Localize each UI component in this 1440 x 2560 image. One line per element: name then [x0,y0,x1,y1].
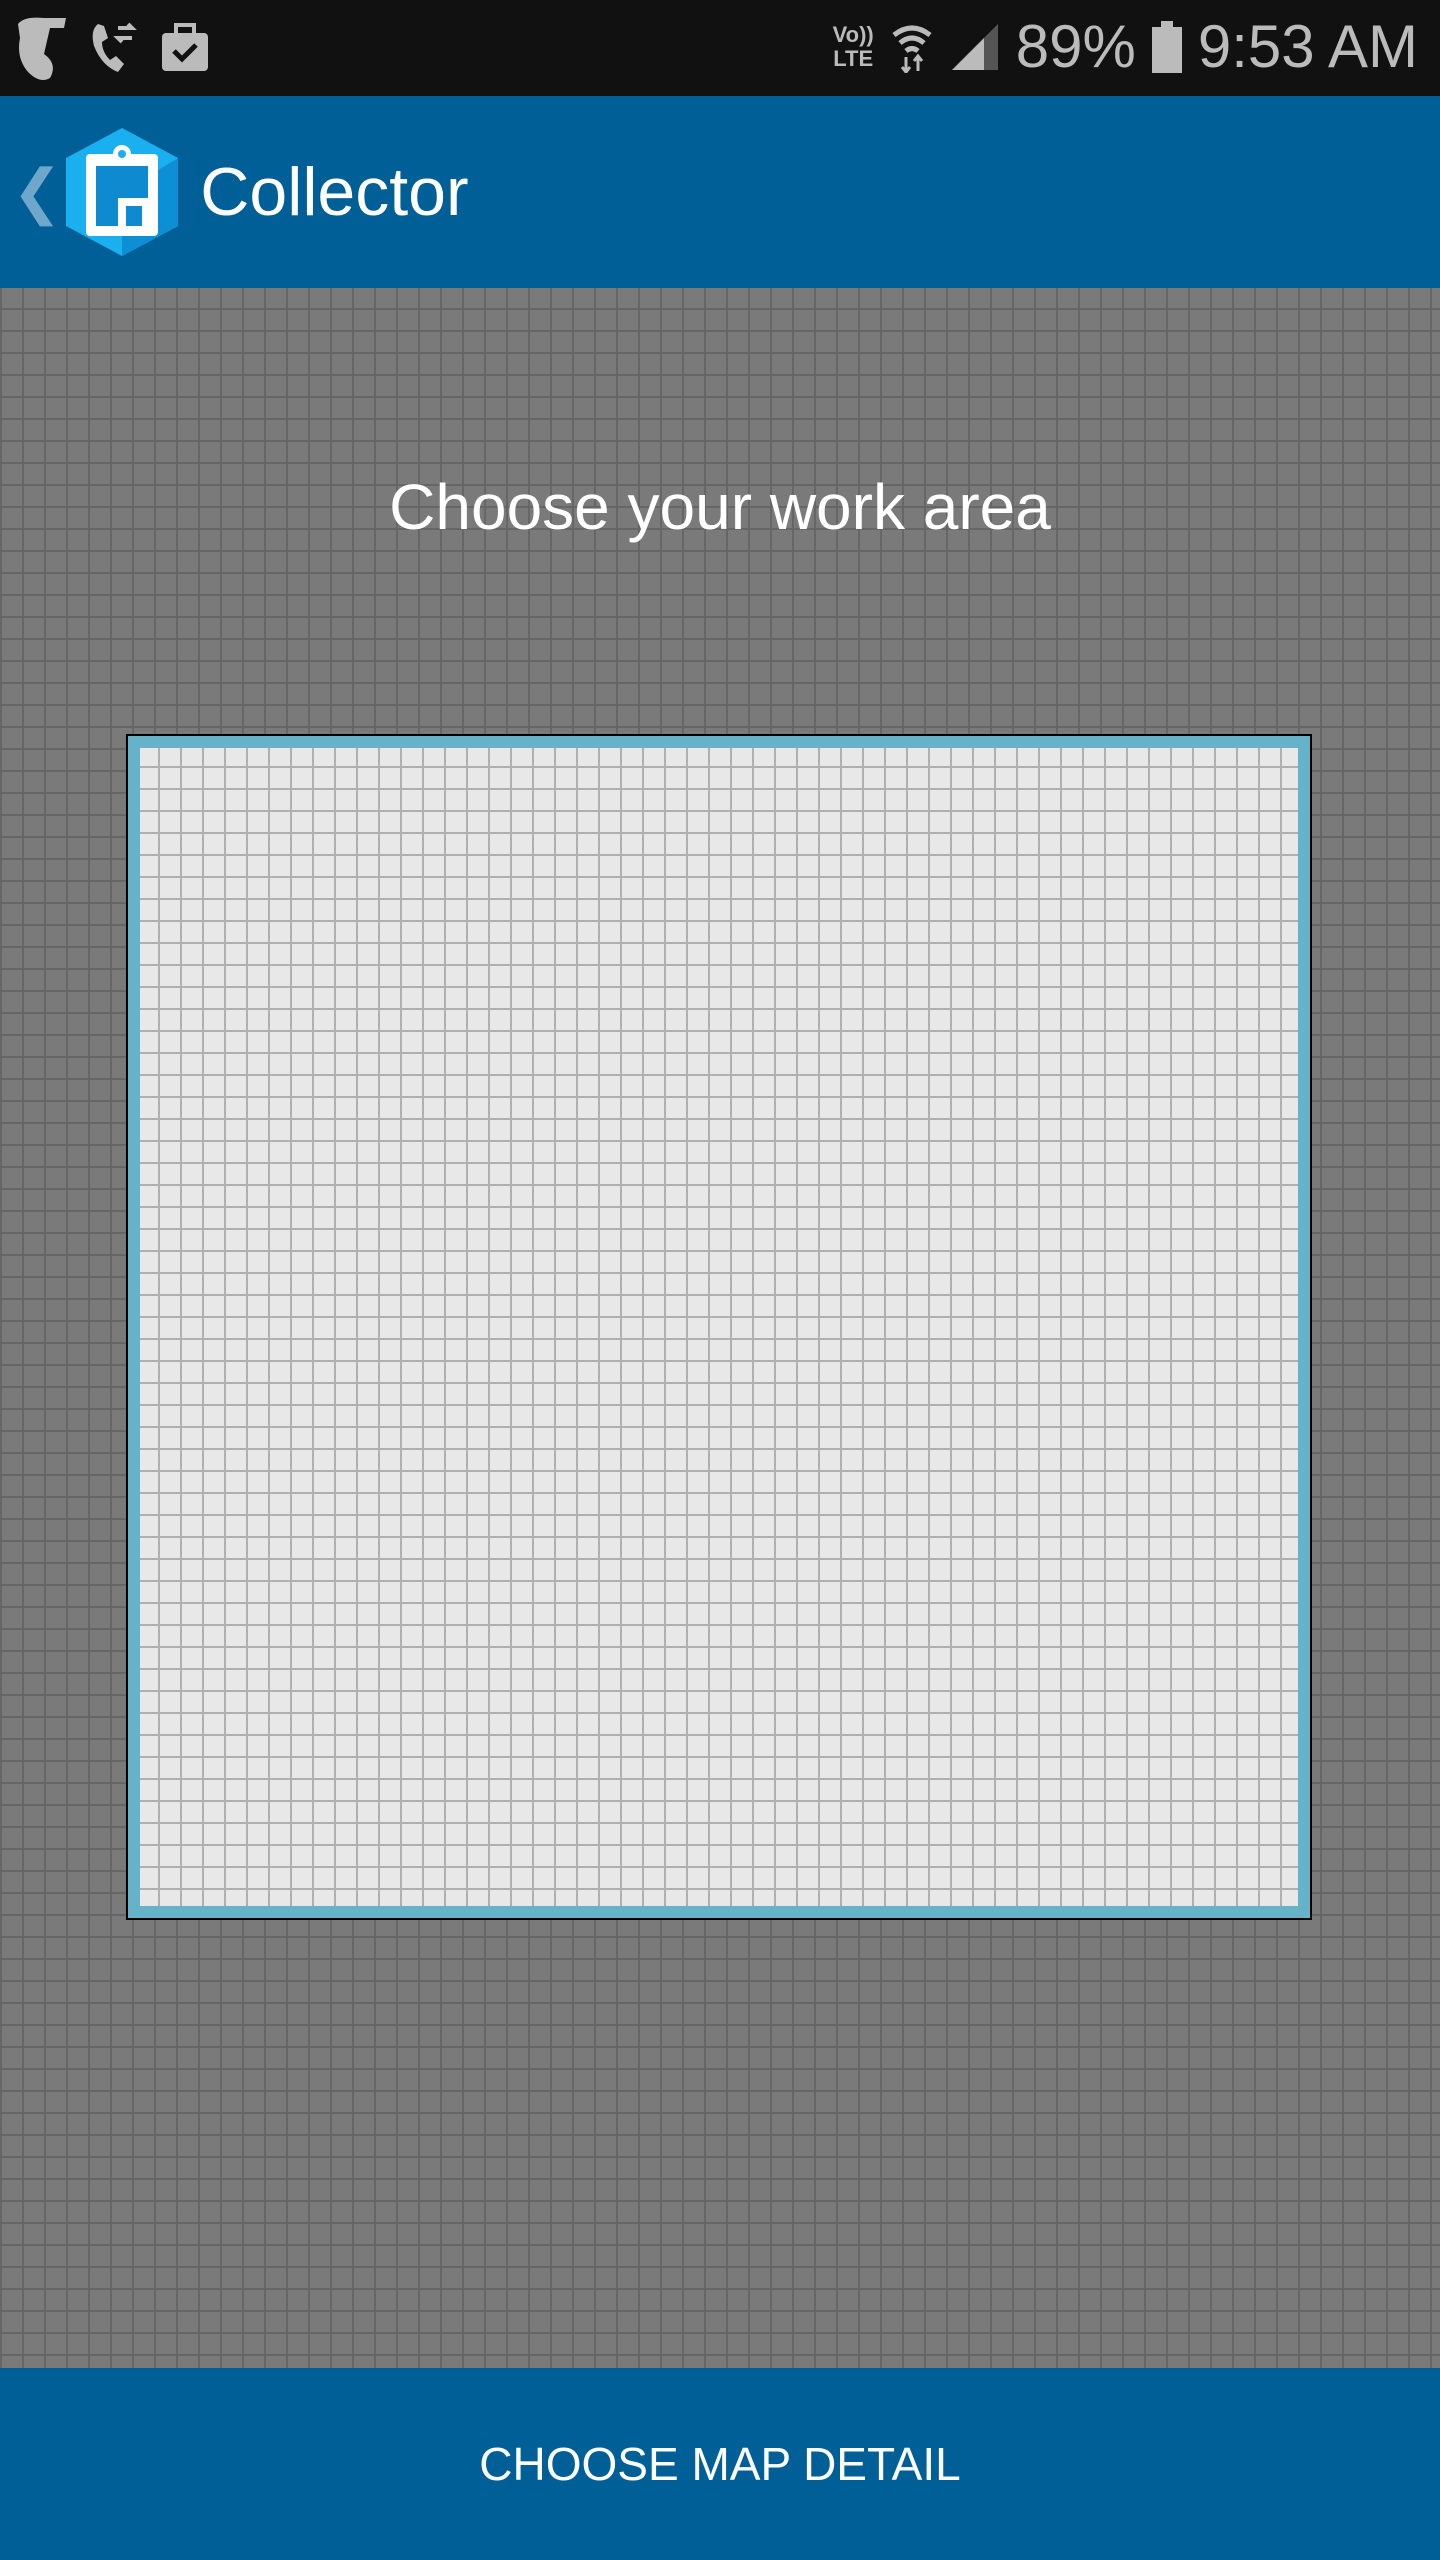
choose-map-detail-button[interactable]: CHOOSE MAP DETAIL [0,2368,1440,2560]
battery-icon [1151,20,1182,73]
page-title: Choose your work area [389,471,1051,543]
telstra-icon [18,17,66,81]
lte-text: LTE [833,45,874,71]
work-area-map[interactable] [140,748,1298,1906]
volte-text: Vo)) [832,21,874,47]
clock: 9:53 AM [1197,13,1418,80]
volte-indicator: Vo)) LTE [832,21,874,71]
app-title: Collector [200,154,469,230]
status-bar: Vo)) LTE 89% 9:53 AM [0,0,1440,96]
briefcase-check-icon [162,23,208,71]
call-forward-icon [92,22,137,72]
battery-percent: 89% [1015,13,1136,80]
collector-logo-icon[interactable] [66,128,179,256]
chevron-left-icon[interactable]: ❮ [12,157,62,227]
signal-icon [951,23,998,70]
wifi-icon [892,25,932,73]
work-area-selector[interactable] [126,734,1312,1920]
app-bar: ❮ Collector [0,96,1440,288]
